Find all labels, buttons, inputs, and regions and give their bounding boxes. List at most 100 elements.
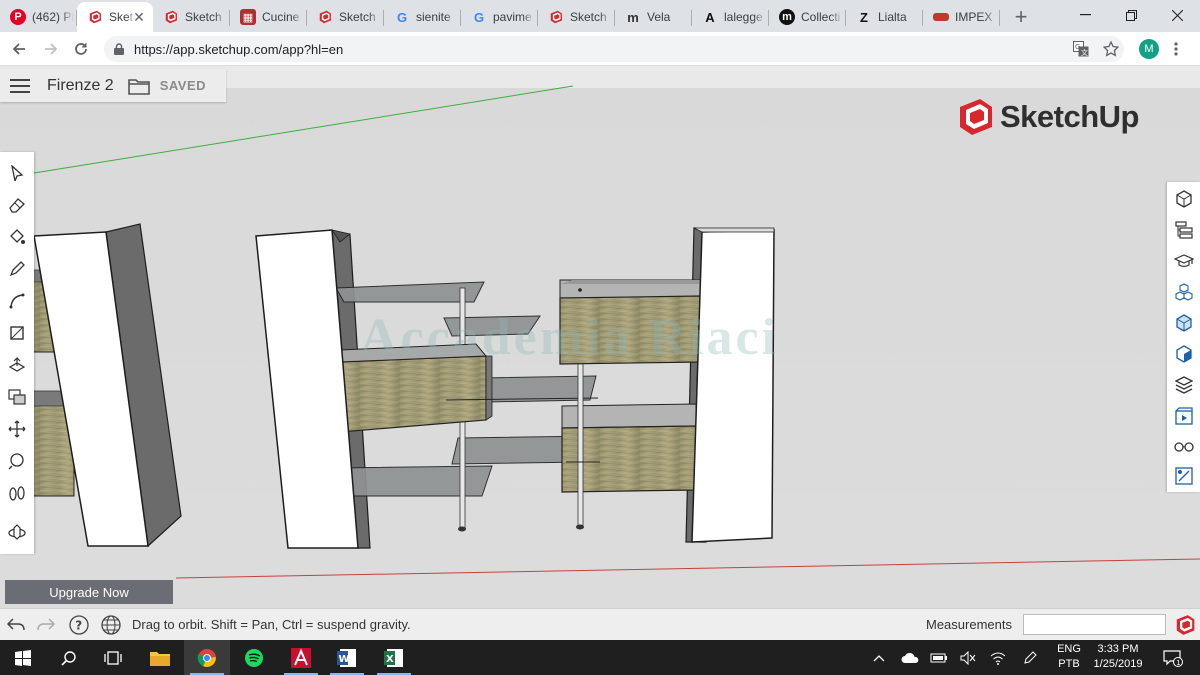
bookmark-button[interactable] [1099,37,1123,61]
push-pull-tool[interactable] [5,353,29,377]
close-window-button[interactable] [1154,0,1200,30]
help-icon: ? [69,615,89,635]
browser-tab[interactable]: Sketc✕ [77,2,153,32]
browser-tab[interactable]: Z Lialta [846,2,923,32]
browser-tab[interactable]: P (462) Pi [0,2,77,32]
input-language[interactable]: ENG PTB [1055,642,1083,672]
reload-button[interactable] [66,34,96,64]
model-name[interactable]: Firenze 2 [47,77,114,95]
action-center-button[interactable]: 1 [1158,640,1188,675]
minimize-button[interactable] [1062,0,1108,30]
word-button[interactable]: W [324,640,370,675]
scenes-panel-button[interactable] [1172,404,1196,428]
browser-tab[interactable]: IMPEX [923,2,1000,32]
restore-button[interactable] [1108,0,1154,30]
shelving-unit-center[interactable] [255,229,599,549]
autocad-button[interactable] [278,640,324,675]
address-bar[interactable]: https://app.sketchup.com/app?hl=en [104,36,1124,62]
browser-tab[interactable]: ▦ Cucine [230,2,307,32]
browser-tab[interactable]: Alalegge [692,2,769,32]
excel-button[interactable]: X [371,640,417,675]
measurements-input[interactable] [1023,614,1166,635]
arc-tool[interactable] [5,289,29,313]
status-bar: ? Drag to orbit. Shift = Pan, Ctrl = sus… [0,608,1200,640]
undo-button[interactable] [5,614,27,636]
new-tab-button[interactable]: + [1006,2,1036,32]
browser-tab[interactable]: Sketch [307,2,384,32]
orbit-tool[interactable] [5,521,29,545]
help-button[interactable]: ? [68,614,90,636]
display-panel-button[interactable] [1172,435,1196,459]
browser-tab[interactable]: Gpavime [461,2,538,32]
styles-panel-button[interactable] [1172,342,1196,366]
upgrade-now-button[interactable]: Upgrade Now [5,580,173,604]
battery-tray-icon[interactable] [927,640,951,675]
forward-button[interactable] [36,34,66,64]
arc-icon [9,293,25,309]
excel-icon: X [384,648,403,667]
task-view-button[interactable] [90,640,136,675]
autocad-icon [291,647,311,668]
z-icon: Z [860,9,868,25]
instructor-panel-button[interactable] [1172,249,1196,273]
chrome-menu-button[interactable] [1164,37,1188,61]
walk-tool[interactable] [5,481,29,505]
browser-tab[interactable]: m Vela [615,2,692,32]
search-button[interactable] [46,640,92,675]
close-tab-icon[interactable]: ✕ [131,9,147,25]
flag-icon [933,13,949,21]
paint-bucket-tool[interactable] [5,225,29,249]
scene-drawing: Accademia Riaci [13,85,1200,579]
pen-tray-icon[interactable] [1018,640,1042,675]
sketchup-small-logo-icon [1176,615,1195,635]
redo-button[interactable] [35,614,57,636]
chrome-taskbar-button[interactable] [184,640,230,675]
browser-tab[interactable]: Sketch [153,2,230,32]
entity-info-panel-button[interactable] [1172,187,1196,211]
tab-label: Collecti [801,10,841,24]
pencil-tool[interactable] [5,257,29,281]
tab-label: Vela [647,10,671,24]
onedrive-tray-icon[interactable] [898,640,922,675]
move-tool[interactable] [5,417,29,441]
network-tray-icon[interactable] [986,640,1010,675]
show-hidden-icons-button[interactable] [868,640,890,675]
components-panel-button[interactable] [1172,280,1196,304]
eraser-tool[interactable] [5,193,29,217]
shelving-unit-left[interactable] [13,223,182,548]
search-icon [61,650,76,666]
save-status: SAVED [159,78,207,93]
notification-count: 1 [1176,659,1180,667]
profile-avatar[interactable]: M [1139,39,1159,59]
pen-icon [1024,650,1037,664]
svg-text:G: G [1075,43,1080,51]
hamburger-menu-icon[interactable] [10,78,30,93]
tape-measure-icon [8,453,24,470]
spotify-button[interactable] [231,640,277,675]
start-button[interactable] [0,640,46,675]
materials-panel-button[interactable] [1172,311,1196,335]
browser-tab[interactable]: Sketch [538,2,615,32]
select-icon [11,165,24,181]
select-tool[interactable] [5,161,29,185]
layers-panel-button[interactable] [1172,373,1196,397]
outliner-panel-button[interactable] [1172,218,1196,242]
wifi-icon [990,652,1006,665]
folder-icon[interactable] [127,77,150,95]
back-button[interactable] [4,34,34,64]
system-clock[interactable]: 3:33 PM 1/25/2019 [1090,642,1146,672]
solar-panel-button[interactable] [1172,464,1196,488]
browser-tab[interactable]: m Collecti [769,2,846,32]
right-panel-toolbar [1167,182,1200,492]
browser-tab[interactable]: Gsienite [384,2,461,32]
rectangle-tool[interactable] [5,321,29,345]
tape-measure-tool[interactable] [5,449,29,473]
rectangle-icon [10,326,24,340]
volume-tray-icon[interactable] [956,640,980,675]
offset-tool[interactable] [5,385,29,409]
translate-button[interactable]: G文 [1069,37,1093,61]
file-explorer-button[interactable] [137,640,183,675]
battery-icon [930,653,947,662]
a-icon: A [705,9,715,25]
language-button[interactable] [100,614,122,636]
